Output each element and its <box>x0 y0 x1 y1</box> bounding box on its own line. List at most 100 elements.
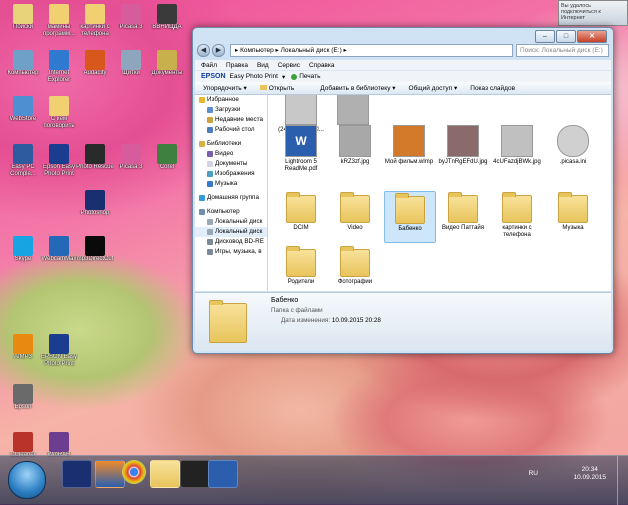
menu-file[interactable]: Файл <box>201 62 217 69</box>
forward-button[interactable]: ▶ <box>212 44 225 57</box>
language-indicator[interactable]: RU <box>529 470 538 477</box>
nav-video[interactable]: Видео <box>195 149 267 159</box>
nav-desktop[interactable]: Рабочий стол <box>195 125 267 135</box>
file-item[interactable]: kRZ3zf.jpg <box>330 125 380 175</box>
image-thumbnail <box>339 125 371 157</box>
file-item[interactable]: W Lightroom 5 ReadMe.pdf <box>276 125 326 175</box>
folder-item[interactable]: Фотографии <box>330 245 380 291</box>
desktop-icon[interactable]: Щитки <box>112 50 150 90</box>
desktop-icon[interactable]: WebStore <box>4 96 42 136</box>
desktop-icon[interactable]: Photoshop <box>76 190 114 230</box>
nav-games-drive[interactable]: Игры, музыка, в <box>195 247 267 257</box>
search-input[interactable]: Поиск: Локальный диск (E:) <box>516 44 609 57</box>
desktop-icon[interactable]: картинки с телефона <box>76 4 114 44</box>
nav-pictures[interactable]: Изображения <box>195 169 267 179</box>
nav-bd-drive[interactable]: Дисковод BD-RE <box>195 237 267 247</box>
clock[interactable]: 20:34 10.09.2015 <box>573 466 606 482</box>
taskbar-media-player[interactable] <box>95 460 125 488</box>
desktop-icon-image <box>49 50 69 70</box>
nav-local-disk-c[interactable]: Локальный диск <box>195 217 267 227</box>
clock-date: 10.09.2015 <box>573 474 606 481</box>
desktop-icon[interactable]: Skype <box>4 236 42 276</box>
nav-downloads[interactable]: Загрузки <box>195 105 267 115</box>
desktop-icon[interactable]: Epson <box>4 384 42 424</box>
menu-tools[interactable]: Сервис <box>278 62 300 69</box>
desktop-icon[interactable]: Picasa 3 <box>112 144 150 184</box>
desktop-icon[interactable]: мамины программ... <box>40 4 78 44</box>
address-bar[interactable]: ▸ Компьютер ▸ Локальный диск (E:) ▸ <box>230 44 513 57</box>
organize-button[interactable]: Упорядочить ▾ <box>203 84 247 92</box>
word-document-icon: W <box>285 125 317 157</box>
taskbar-media[interactable] <box>180 460 210 488</box>
nav-favorites[interactable]: Избранное <box>195 95 267 105</box>
desktop-icon[interactable]: Picasa 3 <box>112 4 150 44</box>
desktop-icon-image <box>121 50 141 70</box>
desktop-icon-label: mp3DirectCut <box>76 256 114 262</box>
close-button[interactable]: ✕ <box>577 30 607 43</box>
folder-item[interactable]: Родители <box>276 245 326 291</box>
minimize-button[interactable]: – <box>535 30 555 43</box>
desktop-icon[interactable]: AIMP3 <box>4 334 42 374</box>
slideshow-button[interactable]: Показ слайдов <box>470 85 515 92</box>
homegroup-icon <box>199 195 205 201</box>
folder-item[interactable]: Бабенко <box>384 191 436 243</box>
desktop-icon-label: Компьютер <box>7 70 39 76</box>
print-button[interactable]: Печать <box>299 73 320 80</box>
nav-documents[interactable]: Документы <box>195 159 267 169</box>
desktop-icon[interactable]: Audacity <box>76 50 114 90</box>
menu-edit[interactable]: Правка <box>226 62 248 69</box>
menu-help[interactable]: Справка <box>309 62 335 69</box>
nav-homegroup[interactable]: Домашняя группа <box>195 193 267 203</box>
desktop-icon[interactable]: ВВНИЦДА <box>148 4 186 44</box>
add-to-library-button[interactable]: Добавить в библиотеку ▾ <box>320 84 395 92</box>
file-item[interactable]: byJTnRgEFdU.jpg <box>438 125 488 175</box>
image-thumbnail <box>337 95 369 125</box>
start-button[interactable] <box>8 461 46 499</box>
epson-dropdown-icon[interactable]: ▾ <box>282 73 285 81</box>
nav-recent-places[interactable]: Недавние места <box>195 115 267 125</box>
nav-music[interactable]: Музыка <box>195 179 267 189</box>
taskbar-chrome[interactable] <box>122 460 146 484</box>
folder-item[interactable]: Video <box>330 191 380 241</box>
desktop-icon[interactable]: EPSON Easy Photo Print <box>40 334 78 374</box>
file-item[interactable]: Мой фильм.wlmp <box>384 125 434 175</box>
nav-libraries[interactable]: Библиотеки <box>195 139 267 149</box>
desktop-icon[interactable]: Photo Rescue <box>76 144 114 184</box>
file-item[interactable]: .picasa.ini <box>548 125 598 175</box>
back-button[interactable]: ◀ <box>197 44 210 57</box>
details-name: Бабенко <box>271 297 299 304</box>
epson-app-button[interactable]: Easy Photo Print <box>230 73 278 80</box>
taskbar-explorer[interactable] <box>150 460 180 488</box>
taskbar-word[interactable] <box>208 460 238 488</box>
desktop-icon[interactable]: mp3DirectCut <box>76 236 114 276</box>
desktop-icon[interactable]: Easy PC Comple... <box>4 144 42 184</box>
taskbar-photoshop[interactable] <box>62 460 92 488</box>
folder-item[interactable]: DCIM <box>276 191 326 241</box>
desktop-icon[interactable]: Epson Easy Photo Print <box>40 144 78 184</box>
computer-icon <box>199 209 205 215</box>
desktop-icon[interactable]: С кем поговорить <box>40 96 78 136</box>
settings-file-icon <box>557 125 589 157</box>
desktop-icon-label: AIMP3 <box>13 354 32 360</box>
folder-item[interactable]: Видео Паттайя <box>438 191 488 241</box>
desktop-icon[interactable]: Документы <box>148 50 186 90</box>
folder-item[interactable]: картинки с телефона <box>492 191 542 241</box>
desktop-icon[interactable]: Компьютер <box>4 50 42 90</box>
share-button[interactable]: Общий доступ ▾ <box>409 84 458 92</box>
desktop-icon[interactable]: Corel <box>148 144 186 184</box>
desktop-icon-image <box>13 334 33 354</box>
maximize-button[interactable]: □ <box>556 30 576 43</box>
download-icon <box>207 107 213 113</box>
menu-view[interactable]: Вид <box>257 62 269 69</box>
drive-icon <box>207 229 213 235</box>
open-button[interactable]: Открыть <box>259 84 308 92</box>
network-notification[interactable]: Вы удалось подключиться к Интернет <box>558 0 628 26</box>
nav-computer[interactable]: Компьютер <box>195 207 267 217</box>
desktop-icon[interactable]: Поиски <box>4 4 42 44</box>
file-item[interactable]: 4cUFazdjBWk.jpg <box>492 125 542 175</box>
desktop-icon[interactable]: WebcamMax <box>40 236 78 276</box>
desktop-icon[interactable]: Internet Explorer <box>40 50 78 90</box>
folder-item[interactable]: Музыка <box>548 191 598 241</box>
nav-local-disk-e[interactable]: Локальный диск <box>195 227 267 237</box>
show-desktop-button[interactable] <box>617 456 628 505</box>
